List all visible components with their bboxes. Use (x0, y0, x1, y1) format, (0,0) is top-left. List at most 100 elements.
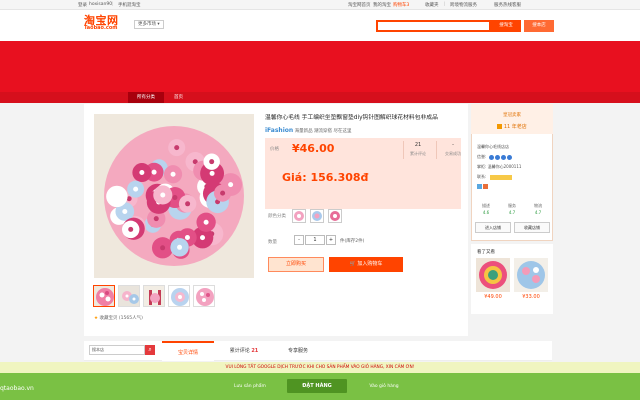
flower-center (160, 192, 166, 198)
ifashion-logo: iFashion (265, 127, 294, 134)
thumbnail-image (119, 286, 139, 306)
wangwang-chat-icon[interactable] (489, 174, 512, 180)
cart-link[interactable]: 购物车3 (393, 2, 409, 8)
crown-icon (507, 154, 513, 160)
favorite-shop-button[interactable]: 收藏店铺 (514, 222, 550, 233)
quantity-input[interactable]: 1 (305, 235, 325, 245)
flower-center (160, 245, 166, 251)
product-title: 温馨你心毛线 手工编织坐垫飘窗垫diy钩针图解织球花材料包非成品 (265, 115, 438, 121)
thumbnail-3[interactable] (143, 285, 165, 307)
extension-cart-button[interactable]: Vào giỏ hàng (352, 381, 416, 393)
swatch-image (330, 211, 340, 221)
favorites-link[interactable]: 收藏夹 (425, 2, 439, 8)
color-swatch-1[interactable] (292, 209, 306, 223)
thumbnail-image (194, 286, 214, 306)
add-to-cart-button[interactable]: 🛒 加入购物车 (329, 257, 403, 272)
cross-border-link[interactable]: 跨境物流服务 (450, 2, 477, 8)
dsr-label: 物流 (534, 203, 542, 208)
flower-center (184, 234, 190, 240)
price-label: 价格 (270, 147, 279, 152)
logo-en: Taobao.com (84, 25, 118, 31)
all-categories-button[interactable]: 所有分类 (128, 92, 164, 103)
service-hotline-link[interactable]: 服务热线客服 (494, 2, 521, 8)
recommend-item-image[interactable] (476, 258, 510, 292)
quantity-decrease-button[interactable]: - (294, 235, 304, 245)
tab-reviews-label: 累计评论 (229, 348, 250, 354)
shop-nav (0, 92, 640, 103)
ifashion-brand-line[interactable]: iFashion 海量新品 潮流穿搭 尽在这里 (265, 127, 351, 134)
thumbnail-1[interactable] (93, 285, 115, 307)
flower-center (153, 216, 159, 222)
thumbnail-5[interactable] (193, 285, 215, 307)
converted-price-vnd: Giá: 156.308đ (282, 171, 369, 184)
thumbnail-4[interactable] (168, 285, 190, 307)
flower-center (151, 169, 157, 175)
recommend-title: 看了又看 (477, 250, 495, 255)
taobao-home-link[interactable]: 淘宝网首页 (348, 2, 371, 8)
search-icon[interactable]: ⌕ (145, 345, 155, 355)
tab-product-details[interactable]: 宝贝详情 (162, 341, 214, 361)
nav-home-link[interactable]: 首页 (174, 92, 183, 103)
recommend-price: ¥33.00 (522, 294, 540, 300)
username-link[interactable]: hoxisan90 (89, 2, 112, 7)
flower-center (200, 235, 206, 241)
flower-center (209, 159, 215, 165)
translate-warning: VUI LÒNG TẮT GOOGLE DỊCH TRƯỚC KHI CHO S… (0, 362, 640, 373)
flower-center (209, 170, 215, 176)
dsr-value: 4.6 (482, 210, 490, 215)
favorite-product-link[interactable]: ★ 收藏宝贝 (1565人气) (94, 315, 143, 321)
search-shop-button[interactable]: 搜本店 (524, 20, 554, 32)
more-markets-dropdown[interactable]: 更多市场 ▾ (134, 20, 164, 29)
dsr-value: 4.7 (508, 210, 516, 215)
mobile-taobao-link[interactable]: 手机逛淘宝 (118, 2, 141, 8)
flower-center (128, 226, 134, 232)
recommend-item-image[interactable] (514, 258, 548, 292)
brand-slogan: 海量新品 潮流穿搭 尽在这里 (294, 129, 352, 134)
trades-label: 交易成功 (445, 151, 461, 156)
order-button[interactable]: ĐẶT HÀNG (287, 379, 347, 393)
reviews-count[interactable]: 21 (403, 142, 433, 148)
shop-extra-icons (477, 184, 489, 190)
shop-years: 11 年老店 (471, 123, 553, 130)
cart-icon: 🛒 (349, 261, 356, 267)
color-swatch-2[interactable] (310, 209, 324, 223)
shop-master[interactable]: 掌柜: 温馨你心2000111 (477, 164, 521, 170)
swatch-image (294, 211, 304, 221)
quantity-increase-button[interactable]: + (326, 235, 336, 245)
crown-seller-badge: 皇冠卖家 (503, 113, 521, 118)
enter-shop-button[interactable]: 进入店铺 (475, 222, 511, 233)
search-taobao-button[interactable]: 搜淘宝 (491, 20, 521, 32)
my-taobao-link[interactable]: 我的淘宝 (373, 2, 391, 8)
shop-name[interactable]: 温馨你心毛线店店 (477, 144, 509, 150)
topbar-divider: | (444, 2, 446, 7)
more-markets-label: 更多市场 (138, 22, 156, 27)
color-option-label: 颜色分类 (268, 214, 286, 219)
contact-label: 联系: (477, 174, 487, 179)
flower-center (170, 171, 176, 177)
stock-info: 件(库存2件) (340, 239, 365, 244)
taobao-logo[interactable]: 淘宝网 Taobao.com (84, 12, 128, 36)
shop-banner (0, 41, 640, 92)
flower-center (177, 244, 183, 250)
tab-reviews[interactable]: 累计评论 21 (218, 341, 270, 361)
flower-center (228, 182, 234, 188)
guarantee-icon (483, 184, 489, 189)
product-main-image[interactable] (94, 114, 254, 278)
crochet-flower-cushion-image (94, 114, 254, 278)
color-swatch-3[interactable] (328, 209, 342, 223)
credit-label: 信誉: (477, 154, 487, 159)
qtaobao-site-label[interactable]: qtaobao.vn (0, 385, 34, 392)
thumbnail-2[interactable] (118, 285, 140, 307)
search-input[interactable] (376, 20, 491, 32)
flower-center (122, 209, 128, 215)
buy-now-button[interactable]: 立即购买 (268, 257, 324, 272)
save-product-button[interactable]: Lưu sản phẩm (218, 381, 282, 393)
thumbnail-image (94, 286, 114, 306)
flower-center (220, 190, 226, 196)
tab-services[interactable]: 专享服务 (272, 341, 324, 361)
thumbnail-image (144, 286, 164, 306)
shop-search-input[interactable]: 搜本店 (89, 345, 145, 355)
tab-reviews-count: 21 (251, 348, 259, 354)
login-link[interactable]: 登录 (78, 2, 87, 8)
swatch-image (312, 211, 322, 221)
